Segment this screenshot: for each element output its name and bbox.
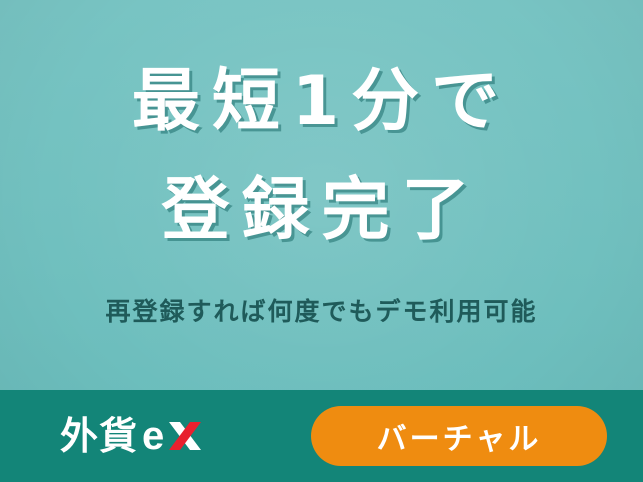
headline-line-2: 登録完了 <box>161 171 482 250</box>
gaika-ex-logo: 外貨 e <box>60 412 222 460</box>
logo-mark: e <box>142 412 222 460</box>
logo-x-mark-icon <box>169 422 202 450</box>
subline-text: 再登録すれば何度でもデモ利用可能 <box>105 297 538 326</box>
virtual-badge: バーチャル <box>311 406 607 466</box>
promo-screen: 最短1分で 登録完了 再登録すれば何度でもデモ利用可能 外貨 e バーチャル <box>0 0 643 482</box>
footer-bar: 外貨 e バーチャル <box>0 390 643 482</box>
logo-e-letter: e <box>142 414 165 458</box>
headline-line-1: 最短1分で <box>131 62 512 141</box>
logo-kanji: 外貨 <box>60 414 139 458</box>
